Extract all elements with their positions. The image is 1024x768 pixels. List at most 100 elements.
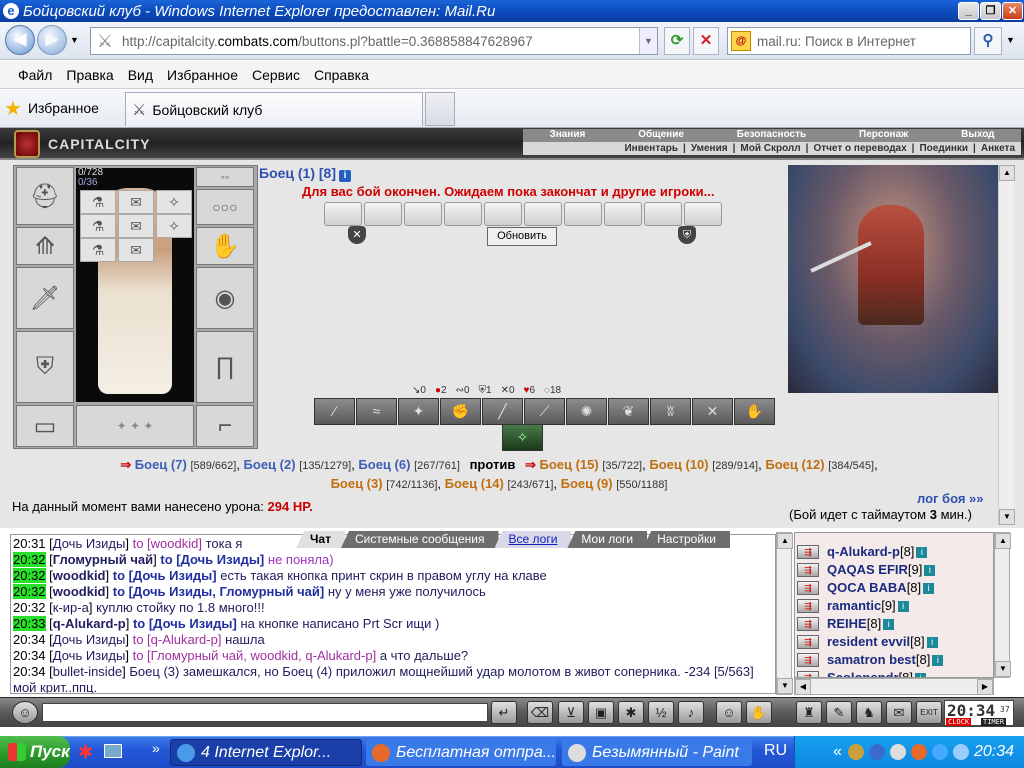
skill-hand-icon[interactable]: ✋: [734, 398, 775, 425]
empty-slots-icon[interactable]: ✦ ✦ ✦: [76, 405, 194, 447]
scroll-left-icon[interactable]: ◀: [795, 679, 811, 695]
scroll-down-icon[interactable]: ▼: [995, 661, 1011, 677]
translit-icon[interactable]: ½: [648, 701, 674, 724]
minimize-button[interactable]: _: [958, 2, 979, 20]
user-row[interactable]: ⇶ samatron best [8] i: [795, 651, 993, 669]
msg-author[interactable]: woodkid: [53, 584, 106, 599]
msg-recipient[interactable]: to [Дочь Изиды]: [160, 552, 264, 567]
scroll-slot[interactable]: [404, 202, 442, 226]
user-row[interactable]: ⇶ REIHE [8] i: [795, 615, 993, 633]
user-row[interactable]: ⇶ QAQAS EFIR [9] i: [795, 561, 993, 579]
msg-author[interactable]: Гломурный чай: [53, 552, 153, 567]
msg-author[interactable]: bullet-inside: [53, 664, 122, 679]
user-row[interactable]: ⇶ Scolopendr [8] i: [795, 669, 993, 677]
scroll-slot[interactable]: [684, 202, 722, 226]
red-fighter[interactable]: Боец (12): [765, 457, 824, 472]
menu-social[interactable]: Общение: [638, 129, 684, 142]
info-icon[interactable]: i: [883, 618, 895, 630]
bracers-icon[interactable]: ⟰: [16, 227, 74, 265]
tab-my-logs[interactable]: Мои логи: [567, 531, 648, 548]
blue-fighter[interactable]: Боец (6): [358, 457, 410, 472]
user-row[interactable]: ⇶ resident evvil [8] i: [795, 633, 993, 651]
tray-app-icon[interactable]: [847, 744, 864, 760]
tab-settings[interactable]: Настройки: [643, 531, 730, 548]
scroll-right-icon[interactable]: ▶: [977, 679, 993, 695]
smiley-icon[interactable]: ☺: [716, 701, 742, 724]
msg-author[interactable]: Дочь Изиды: [53, 536, 126, 551]
taskbar-item-ie[interactable]: 4 Internet Explor...: [170, 739, 362, 766]
submenu-inventory[interactable]: Инвентарь: [624, 142, 678, 155]
user-action-icon[interactable]: ⇶: [797, 671, 819, 677]
msg-time[interactable]: 20:32: [13, 568, 46, 583]
shield-item-icon[interactable]: ◉: [196, 267, 254, 329]
timer-label[interactable]: TIMER: [981, 718, 1007, 726]
msg-time[interactable]: 20:32: [13, 552, 46, 567]
user-action-icon[interactable]: ⇶: [797, 599, 819, 613]
online-users-list[interactable]: ⇶ q-Alukard-p [8] i ⇶ QAQAS EFIR [9] i ⇶ QOCA BAB…: [794, 532, 994, 678]
page-scrollbar[interactable]: ▲ ▼: [998, 165, 1015, 525]
potion-slot-icon[interactable]: ⚗: [80, 190, 116, 214]
scroll-down-icon[interactable]: ▼: [999, 509, 1015, 525]
tray-network-icon[interactable]: [868, 744, 885, 760]
scroll-slot[interactable]: [324, 202, 362, 226]
user-name[interactable]: ramantic: [827, 597, 881, 615]
search-options-icon[interactable]: ▼: [1006, 35, 1015, 45]
user-name[interactable]: REIHE: [827, 615, 867, 633]
msg-time[interactable]: 20:34: [13, 648, 46, 663]
skill-claw-icon[interactable]: ✦: [398, 398, 439, 425]
info-icon[interactable]: i: [924, 564, 936, 576]
skill-spin-icon[interactable]: ✺: [566, 398, 607, 425]
scroll-slot[interactable]: [484, 202, 522, 226]
tray-display-icon[interactable]: [931, 744, 948, 760]
msg-time[interactable]: 20:33: [13, 616, 46, 631]
msg-recipient[interactable]: to [Гломурный чай, woodkid, q-Alukard-p]: [133, 648, 377, 663]
chat-input[interactable]: [42, 703, 488, 722]
history-dropdown-icon[interactable]: ▼: [70, 35, 79, 45]
scroll-slot[interactable]: [364, 202, 402, 226]
scroll-down-icon[interactable]: ▼: [777, 678, 793, 694]
skill-wave-icon[interactable]: ≈: [356, 398, 397, 425]
menu-security[interactable]: Безопасность: [737, 129, 806, 142]
info-icon[interactable]: i: [897, 600, 909, 612]
msg-time[interactable]: 20:34: [13, 632, 46, 647]
user-name[interactable]: resident evvil: [827, 633, 910, 651]
user-action-icon[interactable]: ⇶: [797, 617, 819, 631]
favorites-button[interactable]: ★ Избранное: [4, 95, 99, 121]
menu-help[interactable]: Справка: [314, 67, 369, 83]
menu-edit[interactable]: Правка: [66, 67, 113, 83]
send-icon[interactable]: ↵: [491, 701, 517, 724]
clock-label[interactable]: CLOCK: [946, 718, 972, 726]
inventory-icon[interactable]: ♜: [796, 701, 822, 724]
bag-icon[interactable]: ♞: [856, 701, 882, 724]
msg-author[interactable]: woodkid: [53, 568, 106, 583]
stop-icon[interactable]: ✕: [693, 27, 719, 55]
msg-author[interactable]: к-ир-а: [53, 600, 89, 615]
fighter-icon[interactable]: ✱: [618, 701, 644, 724]
exit-icon[interactable]: EXIT: [916, 701, 942, 724]
users-hscrollbar[interactable]: ◀ ▶: [794, 678, 994, 695]
refresh-icon[interactable]: ⟳: [664, 27, 690, 55]
charm-slot-icon[interactable]: ✧: [156, 214, 192, 238]
stop-chat-icon[interactable]: ✋: [746, 701, 772, 724]
red-fighter[interactable]: Боец (3): [331, 476, 383, 491]
save-icon[interactable]: ▣: [588, 701, 614, 724]
user-action-icon[interactable]: ⇶: [797, 563, 819, 577]
msg-recipient[interactable]: to [q-Alukard-p]: [133, 632, 222, 647]
mail-icon[interactable]: ✉: [886, 701, 912, 724]
tray-volume-icon[interactable]: [952, 744, 969, 760]
user-row[interactable]: ⇶ QOCA BABA [8] i: [795, 579, 993, 597]
filter-icon[interactable]: ⊻: [558, 701, 584, 724]
red-fighter[interactable]: Боец (10): [649, 457, 708, 472]
user-name[interactable]: q-Alukard-p: [827, 543, 900, 561]
msg-time[interactable]: 20:32: [13, 584, 46, 599]
skill-cross-icon[interactable]: ✕: [692, 398, 733, 425]
search-box[interactable]: @ mail.ru: Поиск в Интернет: [727, 27, 971, 55]
submenu-fights[interactable]: Поединки: [919, 142, 968, 155]
info-icon[interactable]: i: [926, 636, 938, 648]
scroll-slot[interactable]: [444, 202, 482, 226]
chat-messages[interactable]: 20:31 [Дочь Изиды] to [woodkid] тока я 20…: [10, 534, 776, 694]
tab-chat[interactable]: Чат: [296, 531, 345, 548]
info-icon[interactable]: i: [932, 654, 944, 666]
submenu-skills[interactable]: Умения: [691, 142, 728, 155]
amulet-slot-icon[interactable]: ✧: [156, 190, 192, 214]
